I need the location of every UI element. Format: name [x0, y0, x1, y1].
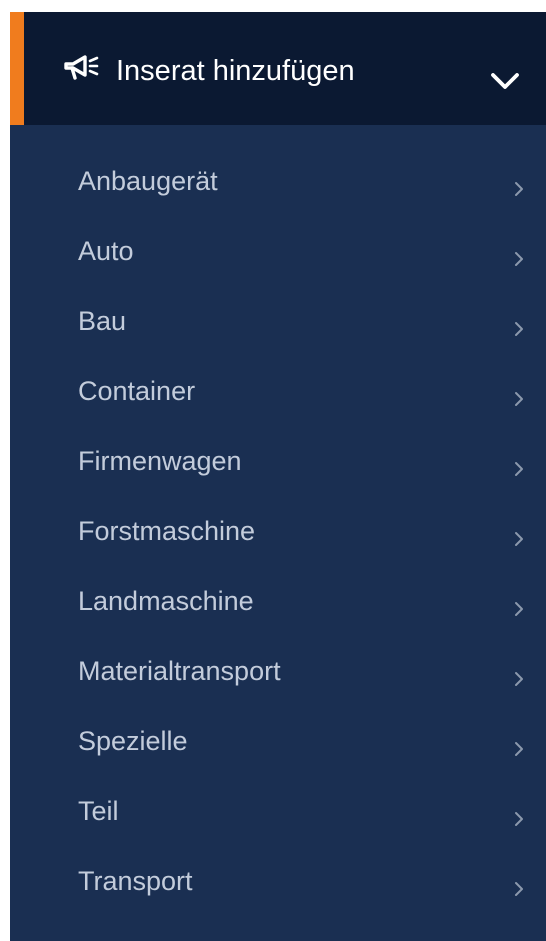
menu-item-label: Transport [78, 866, 193, 896]
chevron-right-icon [515, 322, 523, 336]
chevron-right-icon [515, 182, 523, 196]
chevron-right-icon [515, 602, 523, 616]
chevron-right-icon [515, 252, 523, 266]
menu-item-label: Landmaschine [78, 586, 254, 616]
menu-item-label: Auto [78, 236, 134, 266]
menu-item-label: Forstmaschine [78, 516, 256, 546]
menu-item-anbaugeraet[interactable]: Anbaugerät [10, 148, 546, 218]
menu-item-label: Materialtransport [78, 656, 281, 686]
category-sidebar: Inserat hinzufügen Anbaugerät Auto Bau Cont… [10, 12, 546, 941]
active-accent-bar [10, 12, 24, 125]
chevron-right-icon [515, 742, 523, 756]
chevron-right-icon [515, 392, 523, 406]
chevron-right-icon [515, 882, 523, 896]
menu-item-spezielle[interactable]: Spezielle [10, 708, 546, 778]
megaphone-icon [64, 55, 99, 80]
menu-item-forstmaschine[interactable]: Forstmaschine [10, 498, 546, 568]
chevron-right-icon [515, 532, 523, 546]
category-menu: Anbaugerät Auto Bau Container Firmenwagen For… [10, 148, 546, 918]
menu-item-auto[interactable]: Auto [10, 218, 546, 288]
menu-item-teil[interactable]: Teil [10, 778, 546, 848]
add-listing-header[interactable]: Inserat hinzufügen [10, 12, 546, 125]
chevron-right-icon [515, 812, 523, 826]
menu-item-transport[interactable]: Transport [10, 848, 546, 918]
menu-item-container[interactable]: Container [10, 358, 546, 428]
menu-item-label: Spezielle [78, 726, 188, 756]
menu-item-label: Container [78, 376, 196, 406]
menu-item-firmenwagen[interactable]: Firmenwagen [10, 428, 546, 498]
chevron-down-icon[interactable] [490, 70, 520, 92]
chevron-right-icon [515, 462, 523, 476]
menu-item-label: Anbaugerät [78, 166, 218, 196]
menu-item-landmaschine[interactable]: Landmaschine [10, 568, 546, 638]
menu-item-label: Teil [78, 796, 119, 826]
menu-item-materialtransport[interactable]: Materialtransport [10, 638, 546, 708]
menu-item-label: Bau [78, 306, 127, 336]
menu-item-label: Firmenwagen [78, 446, 242, 476]
add-listing-title: Inserat hinzufügen [116, 55, 355, 87]
chevron-right-icon [515, 672, 523, 686]
menu-item-bau[interactable]: Bau [10, 288, 546, 358]
